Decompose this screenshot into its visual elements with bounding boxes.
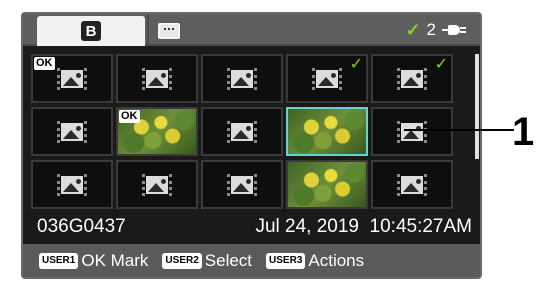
clip-thumbnail[interactable]: OK — [116, 107, 198, 156]
no-thumbnail-icon — [397, 120, 427, 143]
ok-mark-badge: OK — [119, 110, 140, 123]
user-button-bar: USER1 OK Mark USER2 Select USER3 Actions — [23, 244, 480, 277]
clip-thumbnail[interactable] — [286, 160, 368, 209]
clip-thumbnail[interactable] — [116, 54, 198, 103]
clip-thumbnail[interactable]: OK — [31, 54, 113, 103]
tab-metadata[interactable] — [149, 16, 189, 46]
user2-label: Select — [204, 250, 253, 270]
user2-select-button[interactable]: USER2 Select — [162, 251, 252, 271]
user1-ok-mark-button[interactable]: USER1 OK Mark — [39, 251, 148, 271]
no-thumbnail-icon — [57, 67, 87, 90]
no-thumbnail-icon — [397, 67, 427, 90]
top-bar: B ✓ 2 — [23, 14, 480, 46]
metadata-icon — [158, 23, 180, 39]
clip-thumbnail-grid: OK ✓ ✓ OK — [31, 54, 453, 209]
no-thumbnail-icon — [227, 173, 257, 196]
check-mark-icon: ✓ — [434, 54, 448, 73]
clip-thumbnail[interactable] — [201, 160, 283, 209]
no-thumbnail-icon — [227, 120, 257, 143]
clip-thumbnail[interactable] — [371, 160, 453, 209]
clip-thumbnail[interactable] — [371, 107, 453, 156]
checked-count: 2 — [426, 20, 436, 39]
check-mark-icon: ✓ — [349, 54, 363, 73]
clip-thumbnail[interactable] — [286, 107, 368, 156]
status-area: ✓ 2 — [405, 18, 468, 42]
clip-thumbnail[interactable] — [31, 107, 113, 156]
ok-mark-badge: OK — [34, 57, 55, 70]
user3-label: Actions — [308, 250, 365, 270]
slot-b-icon: B — [81, 21, 101, 41]
no-thumbnail-icon — [142, 67, 172, 90]
clip-thumbnail[interactable] — [201, 54, 283, 103]
user1-label: OK Mark — [81, 250, 149, 270]
no-thumbnail-icon — [57, 173, 87, 196]
clip-datetime: Jul 24, 2019 10:45:27AM — [255, 216, 472, 237]
no-thumbnail-icon — [142, 173, 172, 196]
clip-thumbnail[interactable] — [201, 107, 283, 156]
user3-key: USER3 — [266, 252, 306, 269]
scrollbar[interactable] — [475, 54, 479, 159]
clip-thumbnail[interactable]: ✓ — [286, 54, 368, 103]
user3-actions-button[interactable]: USER3 Actions — [266, 251, 364, 271]
clip-thumbnail[interactable] — [31, 160, 113, 209]
check-mark-icon: ✓ — [405, 19, 421, 40]
clip-photo — [288, 109, 366, 154]
clip-thumbnail[interactable] — [116, 160, 198, 209]
callout-number: 1 — [512, 110, 535, 154]
no-thumbnail-icon — [227, 67, 257, 90]
clip-info-row: 036G0437 Jul 24, 2019 10:45:27AM — [23, 210, 480, 244]
clip-photo — [288, 162, 366, 207]
ac-power-icon — [442, 23, 468, 37]
no-thumbnail-icon — [57, 120, 87, 143]
clip-name: 036G0437 — [37, 216, 126, 237]
callout-leader-line — [404, 129, 514, 131]
no-thumbnail-icon — [312, 67, 342, 90]
clip-thumbnail[interactable]: ✓ — [371, 54, 453, 103]
tab-slot-b[interactable]: B — [37, 16, 145, 46]
user1-key: USER1 — [39, 252, 79, 269]
user2-key: USER2 — [162, 252, 202, 269]
no-thumbnail-icon — [397, 173, 427, 196]
camera-lcd-screen: B ✓ 2 OK ✓ ✓ OK 036G0437 Jul 24, 2019 10:45… — [21, 12, 482, 279]
